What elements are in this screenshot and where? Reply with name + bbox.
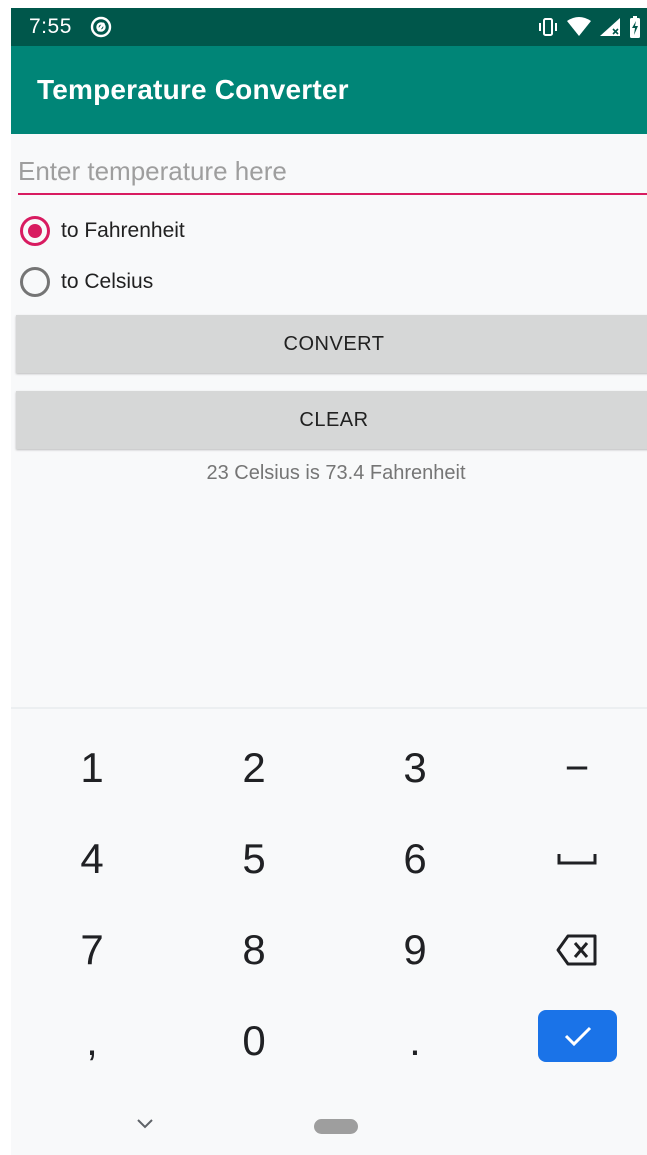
radio-dot bbox=[28, 224, 42, 238]
home-pill[interactable] bbox=[314, 1119, 358, 1134]
status-time: 7:55 bbox=[29, 15, 72, 38]
status-bar: 7:55 bbox=[11, 8, 647, 46]
phone-screen: 7:55 Temperature Converter Enter tempera… bbox=[11, 8, 647, 1155]
wifi-icon bbox=[567, 17, 591, 36]
key-period[interactable]: . bbox=[340, 1001, 490, 1081]
key-9[interactable]: 9 bbox=[340, 910, 490, 990]
radio-label-celsius: to Celsius bbox=[61, 270, 154, 293]
status-icons bbox=[537, 16, 641, 38]
vibrate-icon bbox=[539, 18, 557, 36]
radio-button-unchecked[interactable] bbox=[20, 267, 50, 297]
keyboard-nav-bar bbox=[11, 1090, 647, 1155]
numeric-keyboard: 1 2 3 − 4 5 6 7 8 9 , 0 . bbox=[11, 707, 647, 1155]
convert-button[interactable]: CONVERT bbox=[16, 315, 647, 373]
radio-to-celsius[interactable]: to Celsius bbox=[20, 264, 153, 300]
checkmark-icon bbox=[564, 1026, 591, 1047]
temperature-input-container bbox=[18, 151, 647, 195]
key-4[interactable]: 4 bbox=[17, 819, 167, 899]
done-key[interactable] bbox=[538, 1010, 617, 1062]
key-comma[interactable]: , bbox=[17, 1001, 167, 1081]
temperature-input[interactable] bbox=[18, 151, 647, 191]
app-bar: Temperature Converter bbox=[11, 46, 647, 134]
key-space[interactable] bbox=[502, 819, 647, 899]
battery-charging-icon bbox=[630, 16, 640, 38]
radio-to-fahrenheit[interactable]: to Fahrenheit bbox=[20, 213, 185, 249]
key-8[interactable]: 8 bbox=[179, 910, 329, 990]
cell-signal-icon bbox=[600, 18, 620, 36]
chevron-down-icon[interactable] bbox=[136, 1118, 154, 1130]
convert-button-label: CONVERT bbox=[283, 333, 385, 355]
key-5[interactable]: 5 bbox=[179, 819, 329, 899]
key-7[interactable]: 7 bbox=[17, 910, 167, 990]
key-0[interactable]: 0 bbox=[179, 1001, 329, 1081]
radio-label-fahrenheit: to Fahrenheit bbox=[61, 219, 185, 242]
key-1[interactable]: 1 bbox=[17, 728, 167, 808]
space-key-icon bbox=[557, 854, 597, 865]
key-minus[interactable]: − bbox=[502, 728, 647, 808]
backspace-icon bbox=[556, 934, 597, 966]
clear-button[interactable]: CLEAR bbox=[16, 391, 647, 449]
radio-button-checked[interactable] bbox=[20, 216, 50, 246]
key-6[interactable]: 6 bbox=[340, 819, 490, 899]
key-3[interactable]: 3 bbox=[340, 728, 490, 808]
key-2[interactable]: 2 bbox=[179, 728, 329, 808]
at-sign-icon bbox=[90, 16, 112, 38]
app-title: Temperature Converter bbox=[37, 74, 349, 105]
key-backspace[interactable] bbox=[502, 910, 647, 990]
clear-button-label: CLEAR bbox=[299, 409, 369, 431]
result-text: 23 Celsius is 73.4 Fahrenheit bbox=[206, 462, 466, 484]
